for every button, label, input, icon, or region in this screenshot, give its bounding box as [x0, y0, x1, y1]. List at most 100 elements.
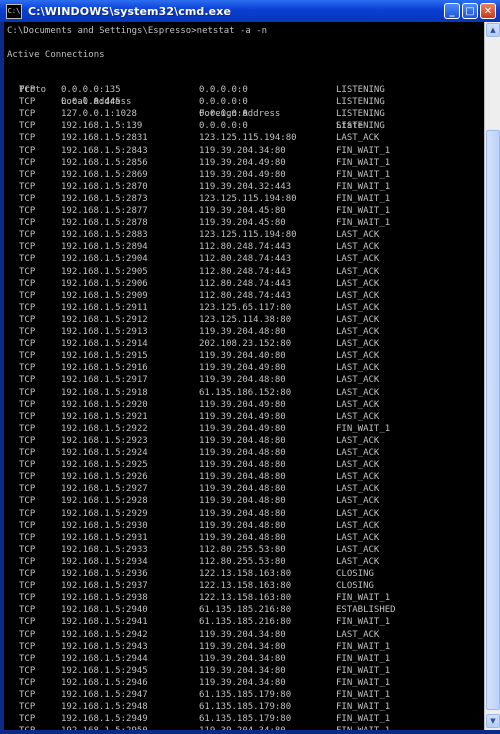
row-foreign-address: 112.80.248.74:443 — [199, 254, 292, 265]
row-local-address: 192.168.1.5:2843 — [61, 145, 148, 156]
row-foreign-address: 119.39.204.34:80 — [199, 653, 286, 664]
table-row: TCP 192.168.1.5:2904 112.80.248.74:443 LAST… — [4, 253, 484, 265]
console-output[interactable]: C:\Documents and Settings\Espresso>netst… — [4, 22, 484, 730]
row-local-address: 192.168.1.5:139 — [61, 121, 143, 132]
row-proto: TCP — [19, 157, 36, 168]
row-foreign-address: 123.125.65.117:80 — [199, 302, 292, 313]
row-proto: TCP — [19, 218, 36, 229]
row-proto: TCP — [19, 581, 36, 592]
row-state: LAST_ACK — [336, 460, 380, 471]
maximize-button[interactable]: □ — [462, 3, 478, 19]
maximize-icon: □ — [465, 6, 475, 17]
row-state: FIN_WAIT_1 — [336, 641, 391, 652]
row-local-address: 192.168.1.5:2912 — [61, 314, 148, 325]
row-foreign-address: 0.0.0.0:0 — [199, 121, 248, 132]
row-foreign-address: 119.39.204.45:80 — [199, 206, 286, 216]
row-proto: TCP — [19, 593, 36, 604]
row-state: FIN_WAIT_1 — [336, 218, 391, 229]
minimize-button[interactable]: _ — [444, 3, 460, 19]
row-proto: TCP — [19, 472, 36, 483]
close-button[interactable]: ✕ — [480, 3, 496, 19]
row-foreign-address: 112.80.255.53:80 — [199, 544, 286, 555]
table-row: TCP 192.168.1.5:2948 61.135.185.179:80 FIN_… — [4, 701, 484, 713]
row-proto: TCP — [19, 508, 36, 519]
row-foreign-address: 119.39.204.49:80 — [199, 423, 286, 434]
row-local-address: 192.168.1.5:2878 — [61, 218, 148, 229]
row-proto: TCP — [19, 145, 36, 156]
row-local-address: 192.168.1.5:2920 — [61, 399, 148, 410]
row-proto: TCP — [19, 387, 36, 398]
row-foreign-address: 61.135.185.216:80 — [199, 605, 292, 616]
table-row: TCP 192.168.1.5:2843 119.39.204.34:80 FIN_W… — [4, 145, 484, 157]
table-row: TCP 192.168.1.5:2942 119.39.204.34:80 LAST_… — [4, 629, 484, 641]
row-state: LAST_ACK — [336, 399, 380, 410]
scroll-down-button[interactable]: ▼ — [486, 714, 500, 728]
row-state: LAST_ACK — [336, 133, 380, 144]
row-state: LAST_ACK — [336, 411, 380, 422]
row-local-address: 192.168.1.5:2831 — [61, 133, 148, 144]
table-row: TCP 192.168.1.5:2831 123.125.115.194:80 LAS… — [4, 132, 484, 144]
row-proto: TCP — [19, 677, 36, 688]
table-row: TCP 192.168.1.5:2921 119.39.204.49:80 LAST_… — [4, 411, 484, 423]
table-row: TCP 0.0.0.0:135 0.0.0.0:0 LISTENING — [4, 84, 484, 96]
row-foreign-address: 112.80.248.74:443 — [199, 266, 292, 277]
row-foreign-address: 0.0.0.0:0 — [199, 109, 248, 120]
row-state: LISTENING — [336, 85, 385, 95]
command-prompt-line: C:\Documents and Settings\Espresso>netst… — [7, 26, 268, 36]
row-local-address: 192.168.1.5:2933 — [61, 544, 148, 555]
table-row: TCP 192.168.1.5:2923 119.39.204.48:80 LAST_… — [4, 435, 484, 447]
row-proto: TCP — [19, 690, 36, 700]
row-local-address: 192.168.1.5:2916 — [61, 363, 148, 374]
table-row: TCP 192.168.1.5:2946 119.39.204.34:80 FIN_W… — [4, 677, 484, 689]
scrollbar-thumb[interactable] — [486, 130, 500, 710]
title-bar[interactable]: C:\ C:\WINDOWS\system32\cmd.exe _ □ ✕ — [0, 0, 500, 22]
row-proto: TCP — [19, 532, 36, 543]
scroll-up-button[interactable]: ▲ — [486, 23, 500, 37]
row-state: LAST_ACK — [336, 544, 380, 555]
row-proto: TCP — [19, 714, 36, 725]
row-local-address: 192.168.1.5:2906 — [61, 278, 148, 289]
row-foreign-address: 119.39.204.34:80 — [199, 629, 286, 640]
row-local-address: 192.168.1.5:2928 — [61, 496, 148, 507]
row-foreign-address: 112.80.255.53:80 — [199, 556, 286, 567]
row-local-address: 192.168.1.5:2923 — [61, 435, 148, 446]
row-proto: TCP — [19, 617, 36, 628]
row-foreign-address: 61.135.185.179:80 — [199, 690, 292, 700]
row-local-address: 192.168.1.5:2922 — [61, 423, 148, 434]
row-local-address: 192.168.1.5:2930 — [61, 520, 148, 531]
row-local-address: 192.168.1.5:2911 — [61, 302, 148, 313]
row-state: FIN_WAIT_1 — [336, 593, 391, 604]
table-row: TCP 192.168.1.5:2943 119.39.204.34:80 FIN_W… — [4, 641, 484, 653]
row-state: FIN_WAIT_1 — [336, 653, 391, 664]
row-local-address: 192.168.1.5:2909 — [61, 290, 148, 301]
table-row: TCP 192.168.1.5:2925 119.39.204.48:80 LAST_… — [4, 459, 484, 471]
row-state: FIN_WAIT_1 — [336, 145, 391, 156]
row-state: FIN_WAIT_1 — [336, 702, 391, 713]
row-local-address: 192.168.1.5:2918 — [61, 387, 148, 398]
table-row: TCP 192.168.1.5:139 0.0.0.0:0 LISTENING — [4, 120, 484, 132]
row-local-address: 192.168.1.5:2904 — [61, 254, 148, 265]
table-row: TCP 192.168.1.5:2926 119.39.204.48:80 LAST_… — [4, 471, 484, 483]
row-local-address: 192.168.1.5:2947 — [61, 690, 148, 700]
cmd-icon[interactable]: C:\ — [6, 3, 22, 19]
table-row: TCP 192.168.1.5:2918 61.135.186.152:80 LAST… — [4, 387, 484, 399]
row-state: LAST_ACK — [336, 266, 380, 277]
row-state: LISTENING — [336, 109, 385, 120]
table-row: TCP 192.168.1.5:2917 119.39.204.48:80 LAST_… — [4, 374, 484, 386]
row-state: LAST_ACK — [336, 448, 380, 458]
vertical-scrollbar[interactable]: ▲ ▼ — [484, 22, 500, 730]
table-row: TCP 192.168.1.5:2933 112.80.255.53:80 LAST_… — [4, 544, 484, 556]
row-foreign-address: 61.135.185.216:80 — [199, 617, 292, 628]
row-proto: TCP — [19, 496, 36, 507]
row-foreign-address: 119.39.204.48:80 — [199, 496, 286, 507]
table-row: TCP 192.168.1.5:2924 119.39.204.48:80 LAST_… — [4, 447, 484, 459]
table-row: TCP 192.168.1.5:2930 119.39.204.48:80 LAST_… — [4, 520, 484, 532]
row-foreign-address: 119.39.204.48:80 — [199, 448, 286, 458]
row-state: LAST_ACK — [336, 520, 380, 531]
table-row: TCP 192.168.1.5:2936 122.13.158.163:80 CLOS… — [4, 568, 484, 580]
row-proto: TCP — [19, 363, 36, 374]
row-state: LAST_ACK — [336, 556, 380, 567]
row-state: FIN_WAIT_1 — [336, 169, 391, 180]
row-foreign-address: 0.0.0.0:0 — [199, 85, 248, 95]
row-proto: TCP — [19, 351, 36, 362]
